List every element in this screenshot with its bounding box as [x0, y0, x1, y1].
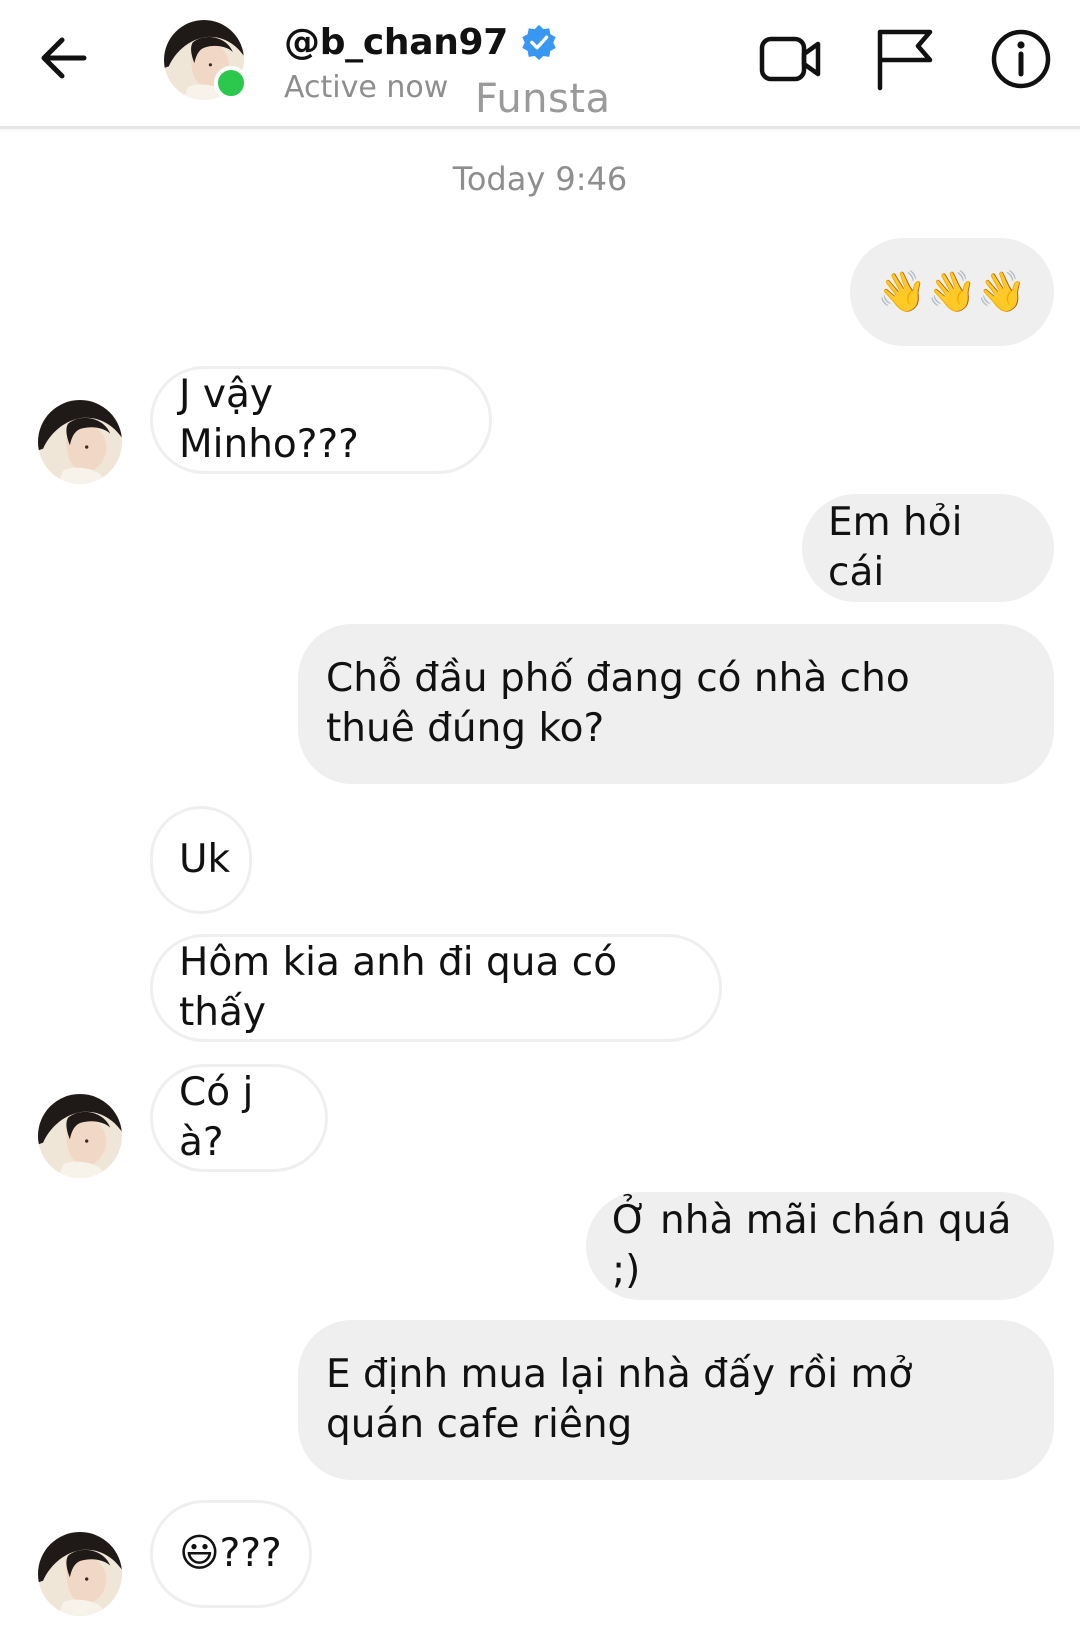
- verified-badge-icon: [522, 24, 556, 61]
- message-bubble-outgoing[interactable]: Em hỏi cái: [802, 494, 1054, 602]
- info-icon[interactable]: [988, 26, 1054, 92]
- message-bubble-incoming[interactable]: Uk: [150, 806, 252, 914]
- message-text: Hôm kia anh đi qua có thấy: [179, 940, 618, 1035]
- chat-header: @b_chan97 Active now Funsta: [0, 0, 1080, 129]
- message-text: 👋👋👋: [877, 269, 1027, 315]
- message-text: Chỗ đầu phố đang có nhà cho thuê đúng ko…: [326, 656, 910, 751]
- message-text: Uk: [179, 837, 231, 882]
- thread-timestamp: Today 9:46: [452, 160, 628, 198]
- message-text: Có j à?: [179, 1070, 254, 1165]
- message-bubble-outgoing[interactable]: E định mua lại nhà đấy rồi mở quán cafe …: [298, 1320, 1054, 1480]
- message-bubble-outgoing[interactable]: Ở nhà mãi chán quá ;): [586, 1192, 1054, 1300]
- message-bubble-outgoing[interactable]: 👋👋👋: [850, 238, 1054, 346]
- avatar[interactable]: [38, 400, 122, 484]
- message-text: J vậy Minho???: [179, 372, 359, 467]
- active-status: Active now: [284, 70, 449, 105]
- message-text: Ở nhà mãi chán quá ;): [612, 1198, 1012, 1293]
- username: @b_chan97: [284, 21, 509, 63]
- flag-icon[interactable]: [872, 26, 938, 92]
- avatar[interactable]: [38, 1532, 122, 1616]
- message-bubble-incoming[interactable]: J vậy Minho???: [150, 366, 492, 474]
- header-avatar[interactable]: [164, 20, 248, 100]
- video-call-icon[interactable]: [758, 26, 824, 92]
- message-bubble-outgoing[interactable]: Chỗ đầu phố đang có nhà cho thuê đúng ko…: [298, 624, 1054, 784]
- online-status-dot: [214, 66, 248, 100]
- message-bubble-incoming[interactable]: 😃???: [150, 1500, 312, 1608]
- avatar[interactable]: [38, 1094, 122, 1178]
- message-text: 😃???: [179, 1531, 282, 1576]
- message-text: E định mua lại nhà đấy rồi mở quán cafe …: [326, 1352, 913, 1447]
- username-link[interactable]: @b_chan97: [284, 18, 558, 66]
- message-text: Em hỏi cái: [828, 500, 963, 595]
- message-bubble-incoming[interactable]: Có j à?: [150, 1064, 328, 1172]
- back-button[interactable]: [36, 30, 92, 86]
- account-tag: Funsta: [475, 76, 611, 122]
- message-bubble-incoming[interactable]: Hôm kia anh đi qua có thấy: [150, 934, 722, 1042]
- back-arrow-icon: [41, 37, 87, 79]
